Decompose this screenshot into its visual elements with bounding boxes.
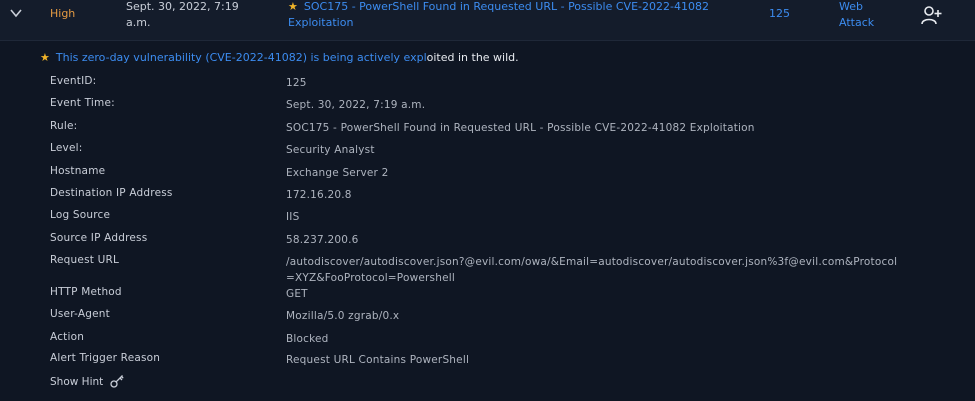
key-icon[interactable] (109, 374, 124, 388)
detail-label: Source IP Address (50, 232, 148, 244)
detail-value: 58.237.200.6 (286, 234, 359, 246)
detail-value: Sept. 30, 2022, 7:19 a.m. (286, 99, 426, 111)
detail-label: Log Source (50, 209, 111, 221)
detail-value: Mozilla/5.0 zgrab/0.x (286, 310, 400, 322)
alert-detail-page: High Sept. 30, 2022, 7:19 a.m. ★ SOC175 -… (0, 0, 975, 401)
alert-type-link[interactable]: Web Attack (839, 0, 899, 31)
alert-row[interactable]: High Sept. 30, 2022, 7:19 a.m. ★ SOC175 -… (0, 0, 975, 41)
severity-badge: High (50, 7, 76, 20)
note-link-text[interactable]: This zero-day vulnerability (CVE-2022-41… (56, 51, 427, 64)
detail-label: Request URL (50, 254, 120, 266)
alert-event-id-link[interactable]: 125 (769, 7, 790, 20)
detail-label: Action (50, 331, 85, 343)
show-hint-button[interactable]: Show Hint (50, 374, 124, 388)
detail-value: IIS (286, 211, 300, 223)
detail-label: Event Time: (50, 97, 115, 109)
detail-value: Request URL Contains PowerShell (286, 354, 470, 366)
detail-label: HTTP Method (50, 286, 122, 298)
detail-value: 125 (286, 77, 307, 89)
note-rest-text: oited in the wild. (426, 51, 519, 64)
alert-date-time: Sept. 30, 2022, 7:19 a.m. (126, 0, 239, 29)
add-user-icon[interactable] (921, 5, 943, 25)
detail-label: Destination IP Address (50, 187, 173, 199)
chevron-down-icon[interactable] (9, 6, 23, 20)
detail-label: Level: (50, 142, 83, 154)
detail-value: 172.16.20.8 (286, 189, 352, 201)
show-hint-label[interactable]: Show Hint (50, 376, 103, 388)
detail-label: EventID: (50, 75, 97, 87)
detail-value: Security Analyst (286, 144, 375, 156)
detail-value: Exchange Server 2 (286, 167, 389, 179)
star-icon: ★ (288, 0, 298, 13)
detail-value: Blocked (286, 333, 329, 345)
detail-label: Alert Trigger Reason (50, 352, 161, 364)
detail-value: GET (286, 288, 308, 300)
detail-value: /autodiscover/autodiscover.json?@evil.co… (286, 256, 898, 284)
detail-label: User-Agent (50, 308, 110, 320)
alert-rule-link[interactable]: ★ SOC175 - PowerShell Found in Requested … (288, 0, 738, 31)
detail-label: Rule: (50, 120, 78, 132)
detail-label: Hostname (50, 165, 106, 177)
zero-day-note: ★ This zero-day vulnerability (CVE-2022-4… (40, 51, 519, 64)
star-icon: ★ (40, 51, 50, 64)
alert-rule-text[interactable]: SOC175 - PowerShell Found in Requested U… (288, 0, 709, 29)
detail-value: SOC175 - PowerShell Found in Requested U… (286, 122, 755, 134)
